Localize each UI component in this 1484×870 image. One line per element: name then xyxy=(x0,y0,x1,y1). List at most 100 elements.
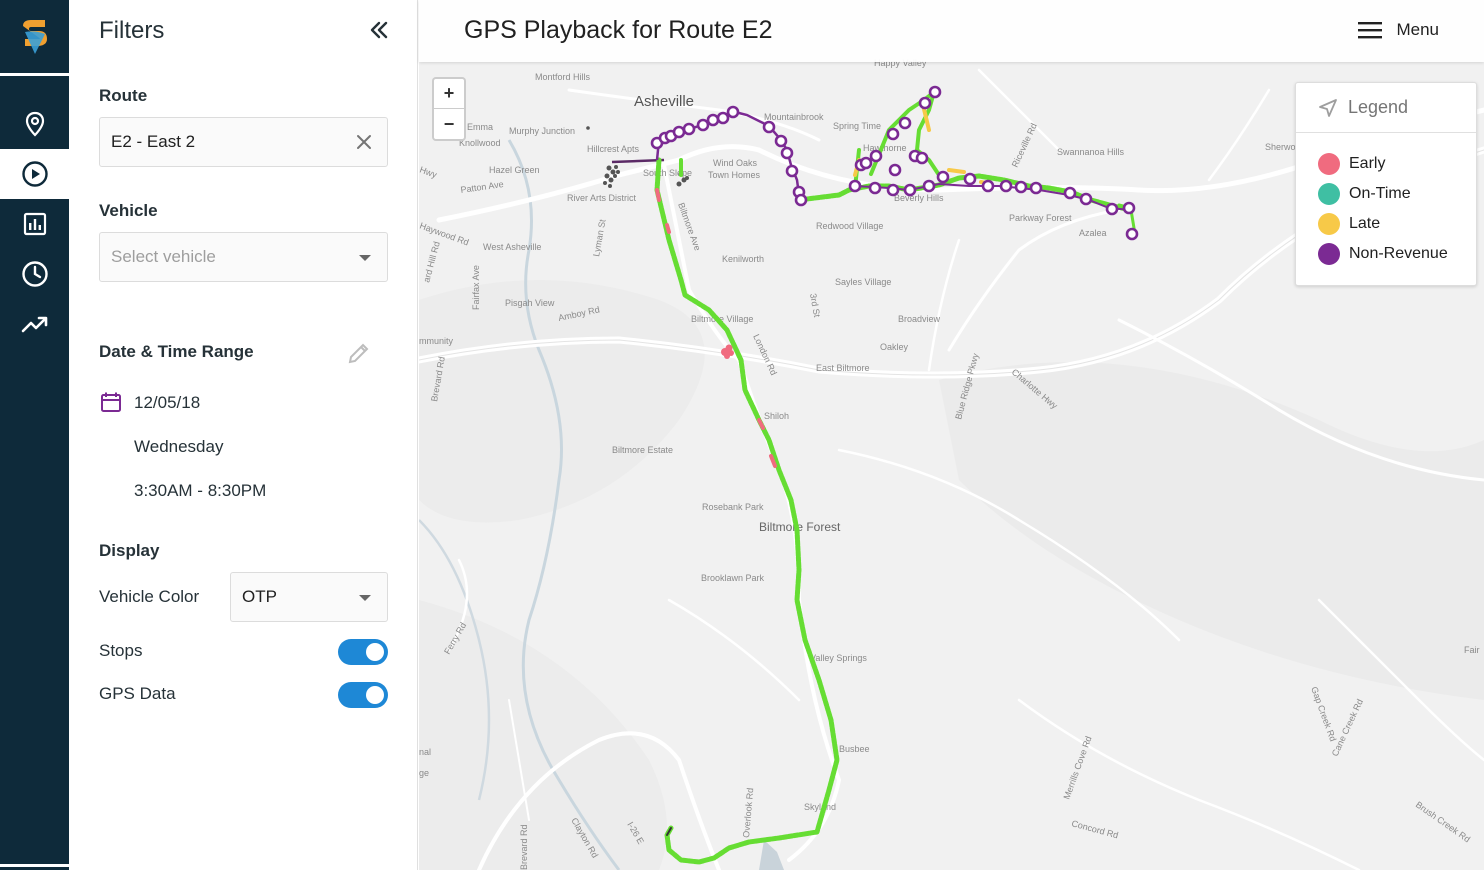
svg-text:Spring Time: Spring Time xyxy=(833,121,881,131)
svg-text:Kenilworth: Kenilworth xyxy=(722,254,764,264)
legend-title: Legend xyxy=(1348,97,1409,117)
svg-text:Biltmore Forest: Biltmore Forest xyxy=(759,520,841,534)
bar-chart-icon xyxy=(23,212,46,236)
collapse-panel-button[interactable] xyxy=(367,18,391,42)
vehicle-select[interactable]: Select vehicle xyxy=(99,232,388,282)
legend-item-on-time: On-Time xyxy=(1318,183,1411,205)
svg-text:mmunity: mmunity xyxy=(419,336,454,346)
legend-item-late: Late xyxy=(1318,213,1380,235)
svg-text:Montford Hills: Montford Hills xyxy=(535,72,591,82)
svg-text:Brooklawn Park: Brooklawn Park xyxy=(701,573,765,583)
svg-text:Fair: Fair xyxy=(1464,645,1480,655)
svg-text:Fairfax Ave: Fairfax Ave xyxy=(471,265,481,310)
chevron-down-icon xyxy=(359,255,371,261)
svg-text:Emma: Emma xyxy=(467,122,493,132)
logo-icon xyxy=(22,19,47,54)
zoom-in-button[interactable]: + xyxy=(434,79,464,109)
date-time-label: Date & Time Range xyxy=(99,342,254,361)
zoom-control: + − xyxy=(432,77,466,141)
svg-text:Swannanoa Hills: Swannanoa Hills xyxy=(1057,147,1125,157)
menu-button[interactable]: Menu xyxy=(1358,20,1439,40)
hamburger-icon xyxy=(1358,22,1383,39)
vehicle-color-label: Vehicle Color xyxy=(99,587,200,606)
svg-text:Broadview: Broadview xyxy=(898,314,941,324)
svg-text:River Arts District: River Arts District xyxy=(567,193,637,203)
vehicle-color-value: OTP xyxy=(242,587,277,606)
double-chevron-left-icon xyxy=(370,21,388,39)
vehicle-color-select[interactable]: OTP xyxy=(230,572,388,622)
app-logo[interactable] xyxy=(0,0,69,76)
legend-item-early: Early xyxy=(1318,153,1385,175)
svg-text:South Slope: South Slope xyxy=(643,168,692,178)
svg-text:Rosebank Park: Rosebank Park xyxy=(702,502,764,512)
calendar-icon xyxy=(100,391,122,418)
legend-dot-non-revenue xyxy=(1318,243,1340,265)
svg-text:Parkway Forest: Parkway Forest xyxy=(1009,213,1072,223)
svg-text:ge: ge xyxy=(419,768,429,778)
svg-text:Valley Springs: Valley Springs xyxy=(810,653,867,663)
menu-label: Menu xyxy=(1396,20,1439,39)
svg-text:Hazel Green: Hazel Green xyxy=(489,165,540,175)
svg-text:East Biltmore: East Biltmore xyxy=(816,363,870,373)
legend-label: Non-Revenue xyxy=(1349,245,1448,262)
clear-route-button[interactable] xyxy=(353,131,375,153)
svg-text:Skyland: Skyland xyxy=(804,802,836,812)
svg-text:Biltmore Estate: Biltmore Estate xyxy=(612,445,673,455)
svg-text:Beverly Hills: Beverly Hills xyxy=(894,193,944,203)
svg-text:Redwood Village: Redwood Village xyxy=(816,221,883,231)
legend-label: On-Time xyxy=(1349,185,1411,202)
selected-weekday: Wednesday xyxy=(134,437,224,456)
selected-date: 12/05/18 xyxy=(134,393,201,412)
filters-title: Filters xyxy=(99,17,165,44)
svg-text:Sayles Village: Sayles Village xyxy=(835,277,891,287)
nav-history-button[interactable] xyxy=(0,249,69,299)
location-pin-icon xyxy=(25,111,44,137)
legend-header[interactable]: Legend xyxy=(1296,83,1476,133)
display-label: Display xyxy=(99,541,160,560)
nav-reports-button[interactable] xyxy=(0,199,69,249)
zoom-out-button[interactable]: − xyxy=(434,109,464,139)
vehicle-label: Vehicle xyxy=(99,201,158,220)
filters-panel: Filters Route E2 - East 2 Vehicle Select… xyxy=(69,0,418,870)
toggle-knob xyxy=(366,643,384,661)
left-nav xyxy=(0,0,69,870)
svg-text:Pisgah View: Pisgah View xyxy=(505,298,555,308)
stops-toggle[interactable] xyxy=(338,639,388,665)
svg-text:Mountainbrook: Mountainbrook xyxy=(764,112,824,122)
chevron-down-icon xyxy=(359,595,371,601)
clock-icon xyxy=(21,261,48,287)
selected-time-range: 3:30AM - 8:30PM xyxy=(134,481,267,500)
svg-text:Brevard Rd: Brevard Rd xyxy=(519,824,529,870)
nav-trends-button[interactable] xyxy=(0,299,69,349)
svg-text:Shiloh: Shiloh xyxy=(764,411,789,421)
route-select[interactable]: E2 - East 2 xyxy=(99,117,388,167)
stops-label: Stops xyxy=(99,641,143,660)
pencil-icon xyxy=(348,343,369,364)
legend-dot-early xyxy=(1318,153,1340,175)
edit-datetime-button[interactable] xyxy=(346,340,372,366)
navigation-arrow-icon xyxy=(1319,98,1337,117)
gps-data-toggle[interactable] xyxy=(338,682,388,708)
legend-dot-on-time xyxy=(1318,183,1340,205)
legend-item-non-revenue: Non-Revenue xyxy=(1318,243,1448,265)
svg-text:Asheville: Asheville xyxy=(634,93,694,110)
route-label: Route xyxy=(99,86,148,105)
svg-text:Murphy Junction: Murphy Junction xyxy=(509,126,575,136)
svg-text:Hillcrest Apts: Hillcrest Apts xyxy=(587,144,640,154)
svg-text:Town Homes: Town Homes xyxy=(708,170,761,180)
page-title: GPS Playback for Route E2 xyxy=(464,16,773,44)
toggle-knob xyxy=(366,686,384,704)
map-legend: Legend Early On-Time Late Non-Revenue xyxy=(1295,82,1477,286)
vehicle-placeholder: Select vehicle xyxy=(111,247,216,266)
svg-text:Oakley: Oakley xyxy=(880,342,909,352)
svg-text:Knollwood: Knollwood xyxy=(459,138,501,148)
nav-location-button[interactable] xyxy=(0,99,69,149)
svg-text:nal: nal xyxy=(419,747,431,757)
legend-label: Late xyxy=(1349,215,1381,232)
nav-playback-button[interactable] xyxy=(0,149,69,199)
svg-text:Azalea: Azalea xyxy=(1079,228,1107,238)
route-value: E2 - East 2 xyxy=(111,132,196,151)
nav-bottom-divider xyxy=(0,864,69,870)
page-header: GPS Playback for Route E2 Menu xyxy=(419,0,1484,62)
gps-data-label: GPS Data xyxy=(99,684,176,703)
